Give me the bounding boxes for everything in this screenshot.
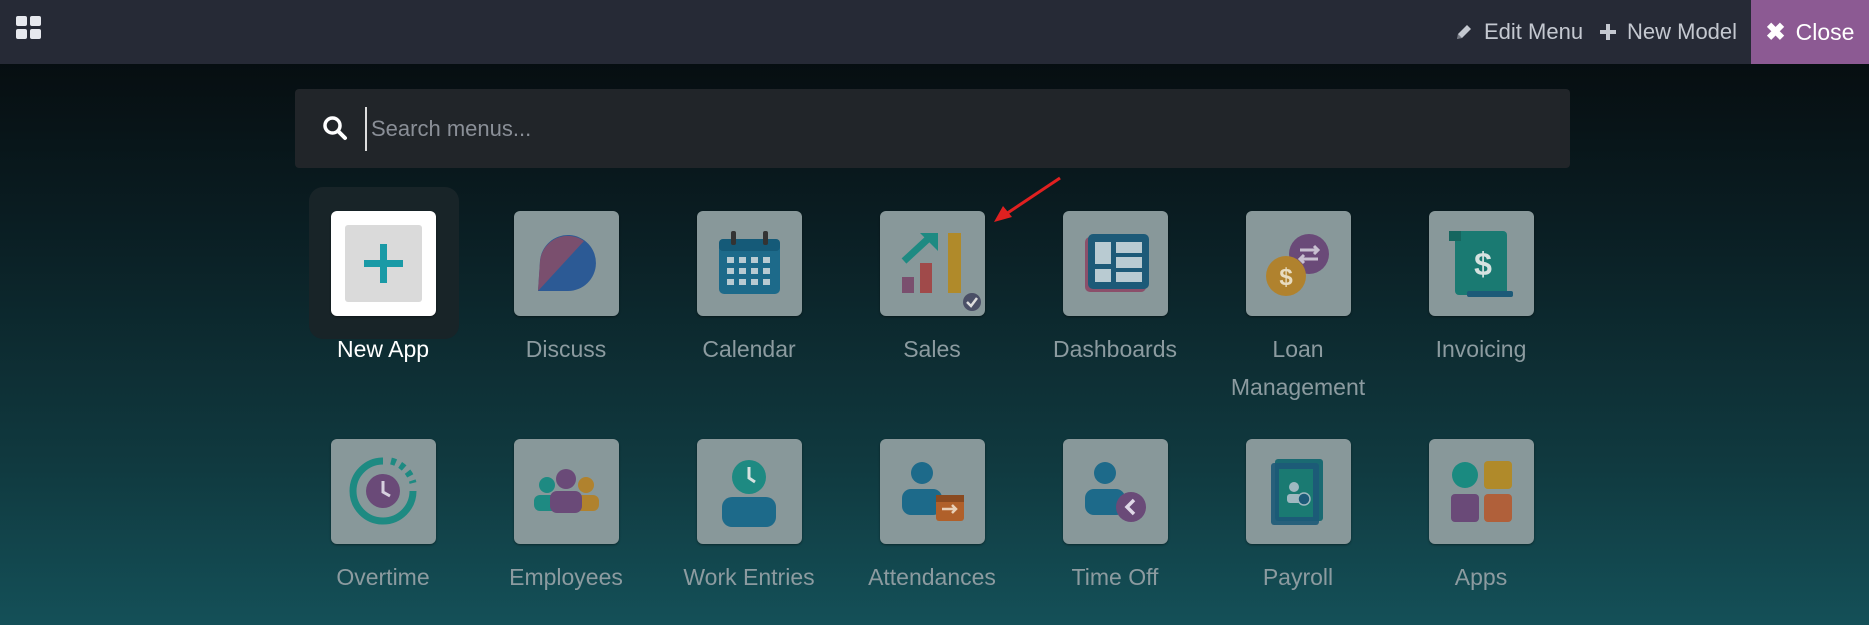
svg-text:$: $ bbox=[1474, 246, 1492, 282]
app-label: Calendar bbox=[702, 336, 796, 362]
pencil-icon bbox=[1454, 22, 1474, 42]
app-label: Apps bbox=[1454, 564, 1508, 590]
close-icon: ✖ bbox=[1765, 18, 1786, 46]
edit-menu-button[interactable]: Edit Menu bbox=[1454, 0, 1583, 64]
invoice-dollar-icon: $ bbox=[1428, 211, 1534, 316]
app-label: Payroll bbox=[1262, 564, 1334, 590]
app-time-off[interactable]: Time Off bbox=[1040, 439, 1190, 596]
calendar-icon bbox=[696, 211, 802, 316]
app-label: Dashboards bbox=[1052, 336, 1178, 362]
employees-icon bbox=[513, 439, 619, 544]
app-label: Employees bbox=[509, 564, 623, 590]
app-label: New App bbox=[336, 336, 430, 362]
new-model-button[interactable]: New Model bbox=[1599, 0, 1737, 64]
app-apps[interactable]: Apps bbox=[1406, 439, 1556, 596]
app-attendances[interactable]: Attendances bbox=[857, 439, 1007, 596]
annotation-arrow-icon bbox=[994, 176, 1061, 222]
attendances-icon bbox=[879, 439, 985, 544]
app-new-app[interactable]: New App bbox=[308, 187, 459, 368]
app-label: Sales bbox=[903, 336, 961, 362]
svg-text:$: $ bbox=[1279, 264, 1293, 291]
app-sales[interactable]: Sales bbox=[857, 211, 1007, 368]
app-label: Overtime bbox=[336, 564, 430, 590]
top-bar: Edit Menu New Model ✖ Close bbox=[0, 0, 1869, 64]
plus-icon bbox=[1599, 23, 1617, 41]
loan-coins-icon: $ bbox=[1245, 211, 1351, 316]
app-loan-management[interactable]: $ Loan Management bbox=[1223, 211, 1373, 406]
app-menu-grid-icon[interactable] bbox=[16, 16, 42, 40]
close-button[interactable]: ✖ Close bbox=[1751, 0, 1869, 64]
app-label: Attendances bbox=[868, 564, 996, 590]
app-label: Invoicing bbox=[1435, 336, 1527, 362]
app-calendar[interactable]: Calendar bbox=[674, 211, 824, 368]
app-discuss[interactable]: Discuss bbox=[491, 211, 641, 368]
sales-chart-icon bbox=[879, 211, 985, 316]
close-label: Close bbox=[1795, 18, 1855, 45]
overtime-clock-icon bbox=[330, 439, 436, 544]
time-off-icon bbox=[1062, 439, 1168, 544]
app-dashboards[interactable]: Dashboards bbox=[1040, 211, 1190, 368]
search-icon bbox=[322, 115, 348, 146]
new-model-label: New Model bbox=[1627, 19, 1738, 44]
app-label: Time Off bbox=[1071, 564, 1159, 590]
app-overtime[interactable]: Overtime bbox=[308, 439, 458, 596]
app-label: Loan Management bbox=[1230, 336, 1366, 400]
app-label: Work Entries bbox=[683, 564, 815, 590]
app-label: Discuss bbox=[525, 336, 607, 362]
plus-icon bbox=[330, 211, 436, 316]
payroll-icon bbox=[1245, 439, 1351, 544]
app-invoicing[interactable]: $ Invoicing bbox=[1406, 211, 1556, 368]
discuss-icon bbox=[513, 211, 619, 316]
dashboard-icon bbox=[1062, 211, 1168, 316]
edit-menu-label: Edit Menu bbox=[1484, 19, 1584, 44]
app-employees[interactable]: Employees bbox=[491, 439, 641, 596]
apps-grid-icon bbox=[1428, 439, 1534, 544]
search-bar bbox=[295, 89, 1570, 168]
app-payroll[interactable]: Payroll bbox=[1223, 439, 1373, 596]
app-work-entries[interactable]: Work Entries bbox=[674, 439, 824, 596]
search-input[interactable] bbox=[365, 107, 1553, 151]
work-entries-icon bbox=[696, 439, 802, 544]
